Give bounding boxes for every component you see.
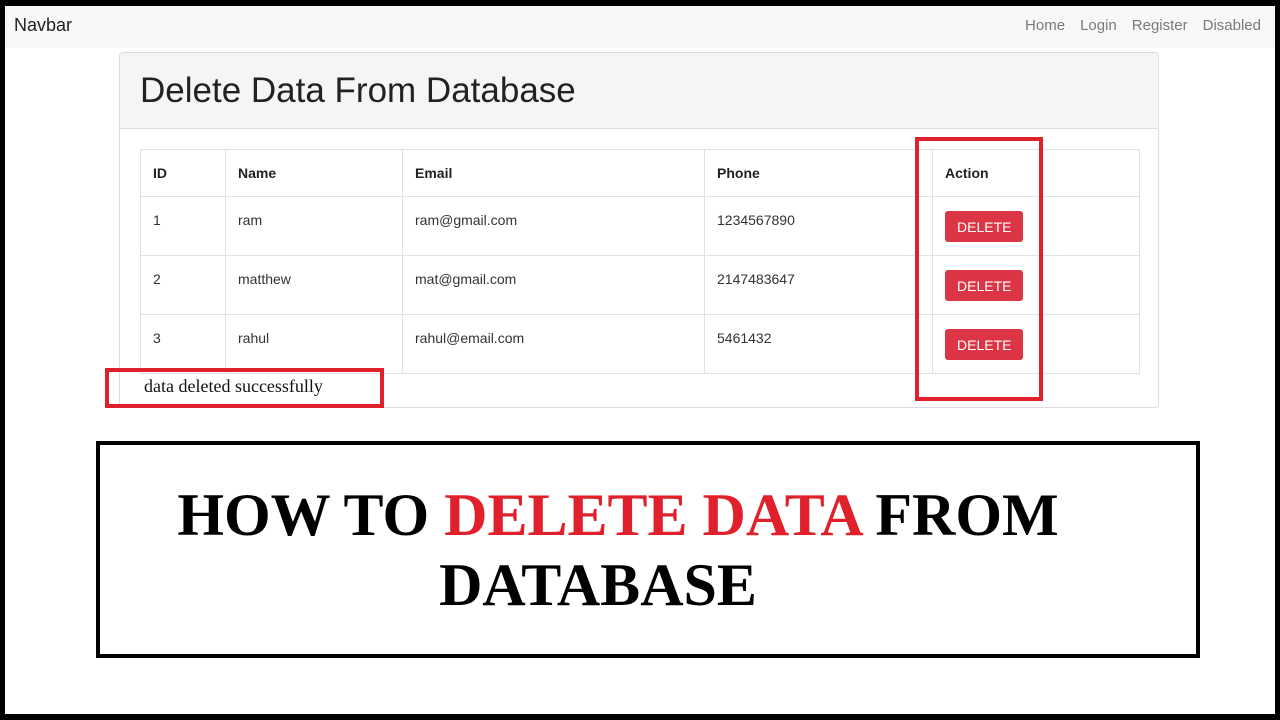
cell-id: 3 xyxy=(140,314,226,374)
card-header: Delete Data From Database xyxy=(120,53,1158,129)
nav-links: Home Login Register Disabled xyxy=(1025,17,1261,34)
navbar: Navbar Home Login Register Disabled xyxy=(5,6,1275,48)
action-column-highlight xyxy=(915,137,1043,401)
screenshot-frame: Navbar Home Login Register Disabled Dele… xyxy=(0,0,1280,720)
cell-name-text: matthew xyxy=(238,271,291,287)
title-banner: HOW TO DELETE DATA FROM DATABASE xyxy=(96,441,1200,658)
banner-line-1: HOW TO DELETE DATA FROM xyxy=(70,481,1166,550)
cell-name: rahul xyxy=(225,314,403,374)
nav-link-disabled: Disabled xyxy=(1202,17,1261,34)
cell-phone: 2147483647 xyxy=(704,255,933,315)
cell-id-text: 3 xyxy=(153,330,161,346)
header-name: Name xyxy=(225,149,403,197)
cell-email-text: rahul@email.com xyxy=(415,330,525,346)
success-message: data deleted successfully xyxy=(144,376,323,396)
header-id: ID xyxy=(140,149,226,197)
cell-email: mat@gmail.com xyxy=(402,255,705,315)
cell-phone-text: 1234567890 xyxy=(717,212,795,228)
cell-phone-text: 2147483647 xyxy=(717,271,795,287)
navbar-brand[interactable]: Navbar xyxy=(14,15,72,36)
banner-text-end: FROM xyxy=(860,482,1059,548)
cell-name-text: ram xyxy=(238,212,263,228)
cell-phone-text: 5461432 xyxy=(717,330,772,346)
nav-link-register[interactable]: Register xyxy=(1132,17,1188,34)
cell-email-text: mat@gmail.com xyxy=(415,271,517,287)
cell-email: rahul@email.com xyxy=(402,314,705,374)
cell-email: ram@gmail.com xyxy=(402,196,705,256)
banner-text-start: HOW TO xyxy=(177,482,445,548)
cell-id: 1 xyxy=(140,196,226,256)
banner-text-highlight: DELETE DATA xyxy=(444,482,861,548)
cell-name: ram xyxy=(225,196,403,256)
cell-id-text: 1 xyxy=(153,212,161,228)
page-title: Delete Data From Database xyxy=(140,71,576,110)
cell-id-text: 2 xyxy=(153,271,161,287)
header-phone: Phone xyxy=(704,149,933,197)
cell-name: matthew xyxy=(225,255,403,315)
cell-email-text: ram@gmail.com xyxy=(415,212,518,228)
cell-phone: 1234567890 xyxy=(704,196,933,256)
nav-link-login[interactable]: Login xyxy=(1080,17,1117,34)
cell-name-text: rahul xyxy=(238,330,270,346)
cell-phone: 5461432 xyxy=(704,314,933,374)
banner-line-2: DATABASE xyxy=(439,552,757,618)
nav-link-home[interactable]: Home xyxy=(1025,17,1065,34)
cell-id: 2 xyxy=(140,255,226,315)
header-email: Email xyxy=(402,149,705,197)
